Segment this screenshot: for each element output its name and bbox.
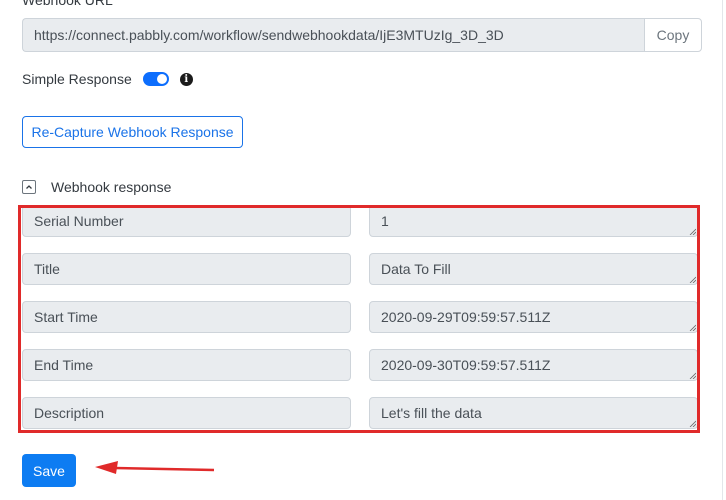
simple-response-label: Simple Response [22,71,132,87]
webhook-url-input[interactable]: https://connect.pabbly.com/workflow/send… [22,18,644,52]
webhook-url-label: Webhook URL [22,0,113,8]
simple-response-row: Simple Response i [22,71,193,87]
copy-button[interactable]: Copy [644,18,702,52]
toggle-knob [156,74,167,84]
panel-border [722,0,723,500]
webhook-response-header: Webhook response [22,179,171,195]
arrow-annotation [95,461,215,474]
highlight-box-annotation [18,205,700,433]
recapture-webhook-response-button[interactable]: Re-Capture Webhook Response [22,116,243,148]
chevron-up-icon[interactable] [22,180,36,194]
save-button[interactable]: Save [22,454,76,487]
webhook-response-label: Webhook response [51,179,172,195]
info-circle-icon[interactable]: i [179,72,193,86]
simple-response-toggle[interactable] [142,72,169,86]
webhook-url-group: https://connect.pabbly.com/workflow/send… [22,18,702,52]
